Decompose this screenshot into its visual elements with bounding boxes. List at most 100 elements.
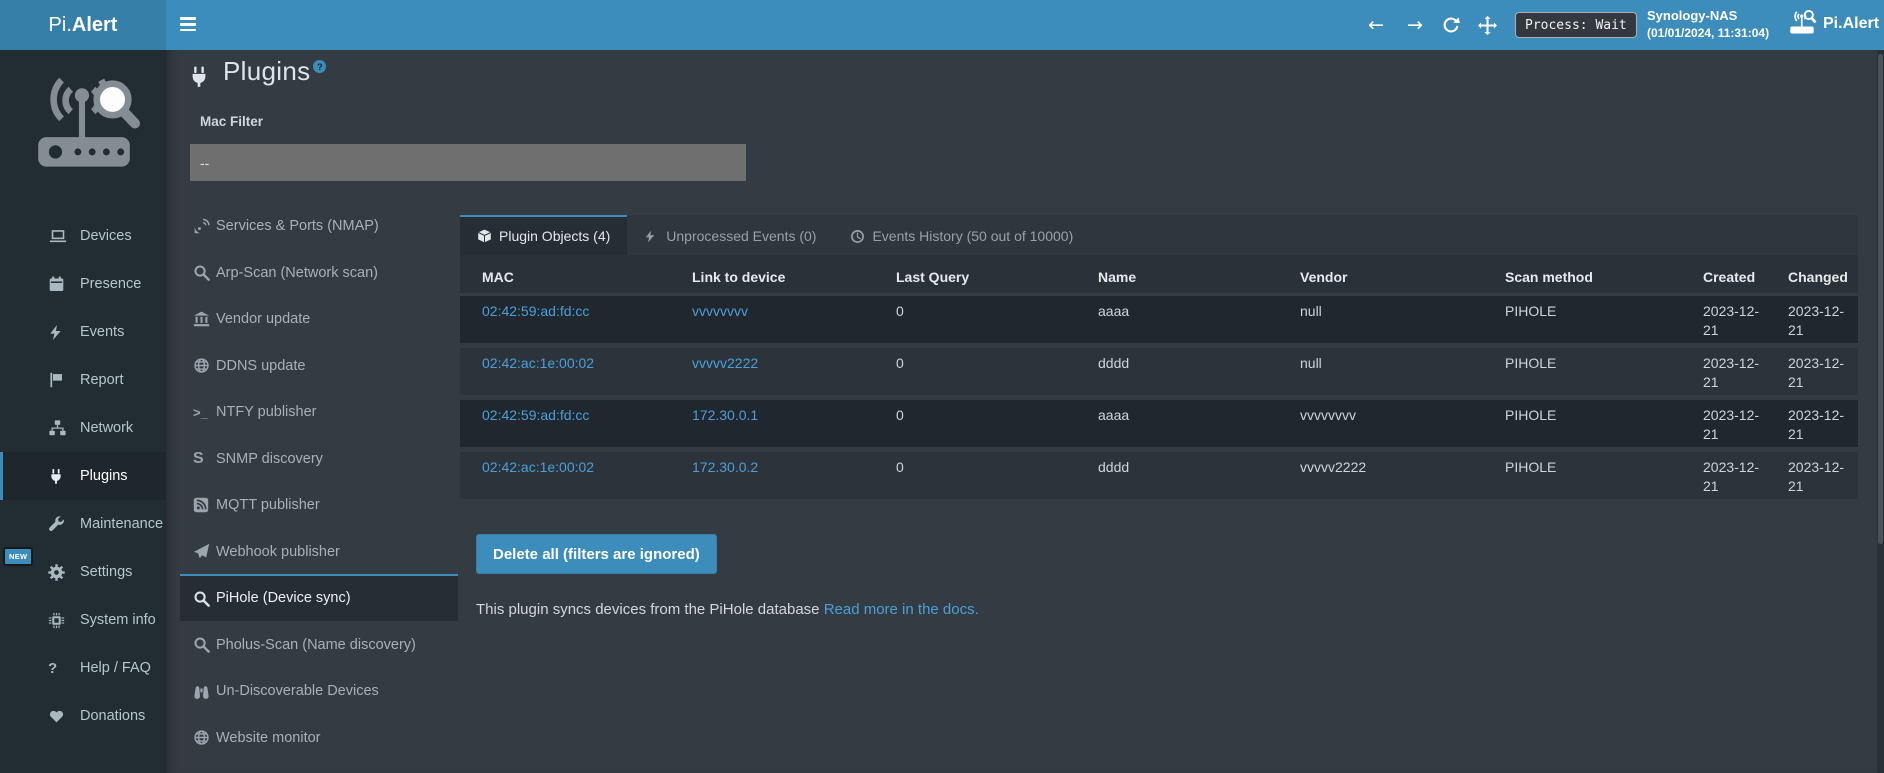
bolt-icon [644, 229, 659, 244]
plugin-nav-label: MQTT publisher [216, 497, 320, 513]
cell-name: dddd [1086, 452, 1288, 499]
laptop-icon [48, 226, 70, 246]
docs-link[interactable]: Read more in the docs. [824, 601, 979, 618]
sidebar-item-devices[interactable]: Devices [0, 212, 166, 260]
device-link[interactable]: 172.30.0.2 [692, 459, 758, 475]
plugin-nav-services-ports[interactable]: Services & Ports (NMAP) [180, 202, 458, 249]
plugin-nav-label: Website monitor [216, 730, 321, 746]
cell-changed: 2023-12-21 10:15:31 [1780, 452, 1858, 499]
sidebar-item-report[interactable]: Report [0, 356, 166, 404]
s-icon: S [193, 450, 210, 467]
device-link[interactable]: 172.30.0.1 [692, 407, 758, 423]
search-icon [193, 636, 210, 653]
sidebar-item-label: Events [80, 324, 124, 340]
plugin-nav-label: DDNS update [216, 358, 305, 374]
tab-unprocessed-events[interactable]: Unprocessed Events (0) [627, 215, 833, 255]
sidebar-item-help-faq[interactable]: ? Help / FAQ [0, 644, 166, 692]
mac-link[interactable]: 02:42:59:ad:fd:cc [482, 407, 589, 423]
sidebar-item-plugins[interactable]: Plugins [0, 452, 166, 500]
tab-events-history[interactable]: Events History (50 out of 10000) [833, 215, 1090, 255]
mac-link[interactable]: 02:42:ac:1e:00:02 [482, 459, 594, 475]
help-badge[interactable]: ? [313, 60, 326, 73]
plugin-nav-arp-scan[interactable]: Arp-Scan (Network scan) [180, 249, 458, 296]
plugin-nav-ntfy-publisher[interactable]: >_ NTFY publisher [180, 388, 458, 435]
sidebar-item-system-info[interactable]: System info [0, 596, 166, 644]
sidebar-item-events[interactable]: Events [0, 308, 166, 356]
cell-mac: 02:42:59:ad:fd:cc [460, 296, 680, 343]
wrench-icon [48, 514, 70, 534]
cell-scan-method: PIHOLE [1493, 296, 1695, 343]
sidebar-item-label: Settings [80, 564, 132, 580]
move-icon[interactable] [1470, 0, 1504, 50]
cell-vendor: null [1288, 348, 1493, 395]
cell-last-query: 0 [884, 400, 1086, 447]
page-title-text: Plugins [223, 56, 310, 87]
brand-logo[interactable]: Pi.Alert [0, 0, 166, 50]
plugin-nav-vendor-update[interactable]: Vendor update [180, 295, 458, 342]
plugin-nav-snmp-discovery[interactable]: S SNMP discovery [180, 435, 458, 482]
mac-link[interactable]: 02:42:ac:1e:00:02 [482, 355, 594, 371]
page-scrollbar[interactable] [1877, 50, 1884, 773]
search-icon [193, 590, 210, 607]
forward-arrow-icon[interactable]: → [1398, 0, 1432, 50]
plugin-nav-pholus-scan[interactable]: Pholus-Scan (Name discovery) [180, 621, 458, 668]
sidebar-item-donations[interactable]: Donations [0, 692, 166, 740]
plugin-nav-ddns-update[interactable]: DDNS update [180, 342, 458, 389]
cell-vendor: vvvvv2222 [1288, 452, 1493, 499]
plugin-nav-website-monitor[interactable]: Website monitor [180, 714, 458, 761]
cell-last-query: 0 [884, 452, 1086, 499]
plugin-nav-pihole-device-sync[interactable]: PiHole (Device sync) [180, 574, 458, 621]
cell-link: vvvvv2222 [680, 348, 884, 395]
plugin-nav-label: Services & Ports (NMAP) [216, 218, 379, 234]
cell-vendor: null [1288, 296, 1493, 343]
table-body: 02:42:59:ad:fd:cc vvvvvvvv 0 aaaa null P… [460, 296, 1858, 504]
calendar-icon [48, 274, 70, 294]
cell-link: vvvvvvvv [680, 296, 884, 343]
mac-link[interactable]: 02:42:59:ad:fd:cc [482, 303, 589, 319]
cell-scan-method: PIHOLE [1493, 400, 1695, 447]
plugin-nav-mqtt-publisher[interactable]: MQTT publisher [180, 481, 458, 528]
mac-filter-label: Mac Filter [200, 114, 263, 129]
sidebar-item-presence[interactable]: Presence [0, 260, 166, 308]
column-header-link: Link to device [680, 255, 884, 293]
delete-all-button[interactable]: Delete all (filters are ignored) [476, 534, 717, 574]
tab-bar: Plugin Objects (4) Unprocessed Events (0… [460, 215, 1858, 255]
sidebar-item-network[interactable]: Network [0, 404, 166, 452]
host-timestamp: (01/01/2024, 11:31:04) [1647, 25, 1769, 41]
host-name: Synology-NAS [1647, 7, 1769, 25]
plugin-nav-label: Un-Discoverable Devices [216, 683, 379, 699]
cell-vendor: vvvvvvvv [1288, 400, 1493, 447]
flag-icon [48, 370, 70, 390]
device-link[interactable]: vvvvv2222 [692, 355, 758, 371]
bolt-icon [48, 322, 70, 342]
globe-icon [193, 729, 210, 746]
app-name: Pi.Alert [1823, 15, 1879, 33]
device-link[interactable]: vvvvvvvv [692, 303, 748, 319]
cell-mac: 02:42:ac:1e:00:02 [460, 348, 680, 395]
tab-plugin-objects[interactable]: Plugin Objects (4) [460, 215, 627, 255]
plugin-nav-label: NTFY publisher [216, 404, 316, 420]
refresh-icon[interactable] [1434, 0, 1468, 50]
cell-scan-method: PIHOLE [1493, 348, 1695, 395]
sidebar-item-label: Presence [80, 276, 141, 292]
cell-mac: 02:42:59:ad:fd:cc [460, 400, 680, 447]
sidebar-item-label: Network [80, 420, 133, 436]
scrollbar-thumb[interactable] [1878, 54, 1883, 544]
host-info: Synology-NAS (01/01/2024, 11:31:04) [1647, 7, 1769, 41]
plug-icon [48, 466, 70, 486]
back-arrow-icon[interactable]: ← [1359, 0, 1393, 50]
sidebar-item-maintenance[interactable]: Maintenance [0, 500, 166, 548]
column-header-name: Name [1086, 255, 1288, 293]
pialert-router-icon [1787, 9, 1817, 39]
cell-created: 2023-12-21 10:15:31 [1695, 452, 1780, 499]
cell-link: 172.30.0.2 [680, 452, 884, 499]
plugin-nav-webhook-publisher[interactable]: Webhook publisher [180, 528, 458, 575]
mac-filter-input[interactable] [190, 144, 746, 181]
plugin-nav-label: Vendor update [216, 311, 310, 327]
hamburger-icon[interactable] [180, 14, 200, 36]
process-status-badge: Process: Wait [1515, 12, 1637, 38]
cell-name: aaaa [1086, 296, 1288, 343]
plugin-description: This plugin syncs devices from the PiHol… [476, 601, 979, 618]
plugin-nav-undiscoverable-devices[interactable]: Un-Discoverable Devices [180, 667, 458, 714]
cell-name: dddd [1086, 348, 1288, 395]
